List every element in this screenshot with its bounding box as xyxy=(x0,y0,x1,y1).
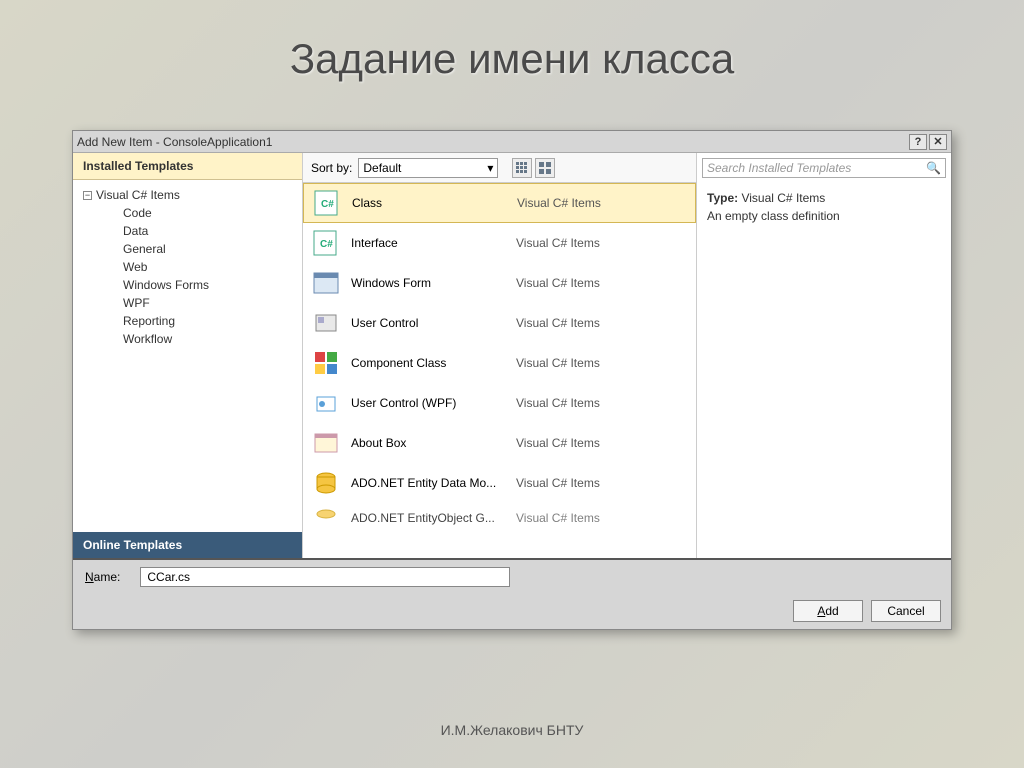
details-panel: Search Installed Templates 🔍 Type: Visua… xyxy=(696,153,951,558)
item-name: User Control (WPF) xyxy=(351,396,516,410)
svg-text:C#: C# xyxy=(320,239,333,250)
template-list: C# Class Visual C# Items C# Interface Vi… xyxy=(303,183,696,558)
tree-item-reporting[interactable]: Reporting xyxy=(73,312,302,330)
slide-title: Задание имени класса xyxy=(0,0,1024,83)
item-category: Visual C# Items xyxy=(516,276,688,290)
view-medium-icons-button[interactable] xyxy=(535,158,555,178)
type-line: Type: Visual C# Items xyxy=(707,191,941,205)
tree-item-code[interactable]: Code xyxy=(73,204,302,222)
user-control-icon xyxy=(311,308,341,338)
item-category: Visual C# Items xyxy=(516,236,688,250)
template-tree: − Visual C# Items Code Data General Web … xyxy=(73,180,302,532)
item-category: Visual C# Items xyxy=(516,476,688,490)
cancel-button[interactable]: Cancel xyxy=(871,600,941,622)
database-icon xyxy=(311,503,341,533)
template-item-user-control-wpf[interactable]: User Control (WPF) Visual C# Items xyxy=(303,383,696,423)
installed-templates-header[interactable]: Installed Templates xyxy=(73,153,302,180)
name-input[interactable] xyxy=(140,567,510,587)
titlebar: Add New Item - ConsoleApplication1 ? ✕ xyxy=(73,131,951,153)
template-item-windows-form[interactable]: Windows Form Visual C# Items xyxy=(303,263,696,303)
item-name: Class xyxy=(352,196,517,210)
grid-small-icon xyxy=(516,162,528,174)
template-item-ado-entity-data[interactable]: ADO.NET Entity Data Mo... Visual C# Item… xyxy=(303,463,696,503)
template-item-about-box[interactable]: About Box Visual C# Items xyxy=(303,423,696,463)
close-button[interactable]: ✕ xyxy=(929,134,947,150)
tree-item-workflow[interactable]: Workflow xyxy=(73,330,302,348)
tree-item-data[interactable]: Data xyxy=(73,222,302,240)
online-templates-header[interactable]: Online Templates xyxy=(73,532,302,558)
tree-label: Visual C# Items xyxy=(96,188,180,202)
sort-dropdown[interactable]: Default ▾ xyxy=(358,158,498,178)
search-icon: 🔍 xyxy=(926,161,941,175)
wpf-control-icon xyxy=(311,388,341,418)
tree-root-visual-csharp[interactable]: − Visual C# Items xyxy=(73,186,302,204)
template-item-class[interactable]: C# Class Visual C# Items xyxy=(303,183,696,223)
about-box-icon xyxy=(311,428,341,458)
type-label: Type: xyxy=(707,191,738,205)
form-icon xyxy=(311,268,341,298)
item-category: Visual C# Items xyxy=(516,511,688,525)
titlebar-text: Add New Item - ConsoleApplication1 xyxy=(77,135,907,149)
type-value: Visual C# Items xyxy=(741,191,825,205)
template-item-interface[interactable]: C# Interface Visual C# Items xyxy=(303,223,696,263)
add-button[interactable]: Add xyxy=(793,600,863,622)
add-item-dialog: Add New Item - ConsoleApplication1 ? ✕ I… xyxy=(72,130,952,630)
template-item-ado-entityobject[interactable]: ADO.NET EntityObject G... Visual C# Item… xyxy=(303,503,696,533)
template-item-component-class[interactable]: Component Class Visual C# Items xyxy=(303,343,696,383)
csharp-file-icon: C# xyxy=(311,228,341,258)
tree-item-wpf[interactable]: WPF xyxy=(73,294,302,312)
tree-item-web[interactable]: Web xyxy=(73,258,302,276)
template-item-user-control[interactable]: User Control Visual C# Items xyxy=(303,303,696,343)
item-category: Visual C# Items xyxy=(516,436,688,450)
footer-credit: И.М.Желакович БНТУ xyxy=(0,722,1024,738)
item-name: Component Class xyxy=(351,356,516,370)
description-text: An empty class definition xyxy=(707,209,941,223)
name-label: Name: xyxy=(85,570,120,584)
item-name: ADO.NET Entity Data Mo... xyxy=(351,476,516,490)
item-name: User Control xyxy=(351,316,516,330)
item-category: Visual C# Items xyxy=(516,356,688,370)
sort-label: Sort by: xyxy=(311,161,352,175)
tree-item-general[interactable]: General xyxy=(73,240,302,258)
grid-medium-icon xyxy=(539,162,551,174)
component-icon xyxy=(311,348,341,378)
item-category: Visual C# Items xyxy=(516,396,688,410)
item-category: Visual C# Items xyxy=(516,316,688,330)
item-name: Windows Form xyxy=(351,276,516,290)
name-bar: Name: xyxy=(73,559,951,593)
database-icon xyxy=(311,468,341,498)
item-name: About Box xyxy=(351,436,516,450)
chevron-down-icon: ▾ xyxy=(487,161,493,175)
help-button[interactable]: ? xyxy=(909,134,927,150)
item-category: Visual C# Items xyxy=(517,196,687,210)
tree-item-windows-forms[interactable]: Windows Forms xyxy=(73,276,302,294)
collapse-icon[interactable]: − xyxy=(83,191,92,200)
sidebar: Installed Templates − Visual C# Items Co… xyxy=(73,153,303,558)
svg-text:C#: C# xyxy=(321,199,334,210)
search-placeholder: Search Installed Templates xyxy=(707,161,851,175)
view-small-icons-button[interactable] xyxy=(512,158,532,178)
item-name: Interface xyxy=(351,236,516,250)
dialog-buttons: Add Cancel xyxy=(73,593,951,629)
csharp-file-icon: C# xyxy=(312,188,342,218)
sort-value: Default xyxy=(363,161,401,175)
sort-bar: Sort by: Default ▾ xyxy=(303,153,696,183)
item-name: ADO.NET EntityObject G... xyxy=(351,511,516,525)
search-input[interactable]: Search Installed Templates 🔍 xyxy=(702,158,946,178)
